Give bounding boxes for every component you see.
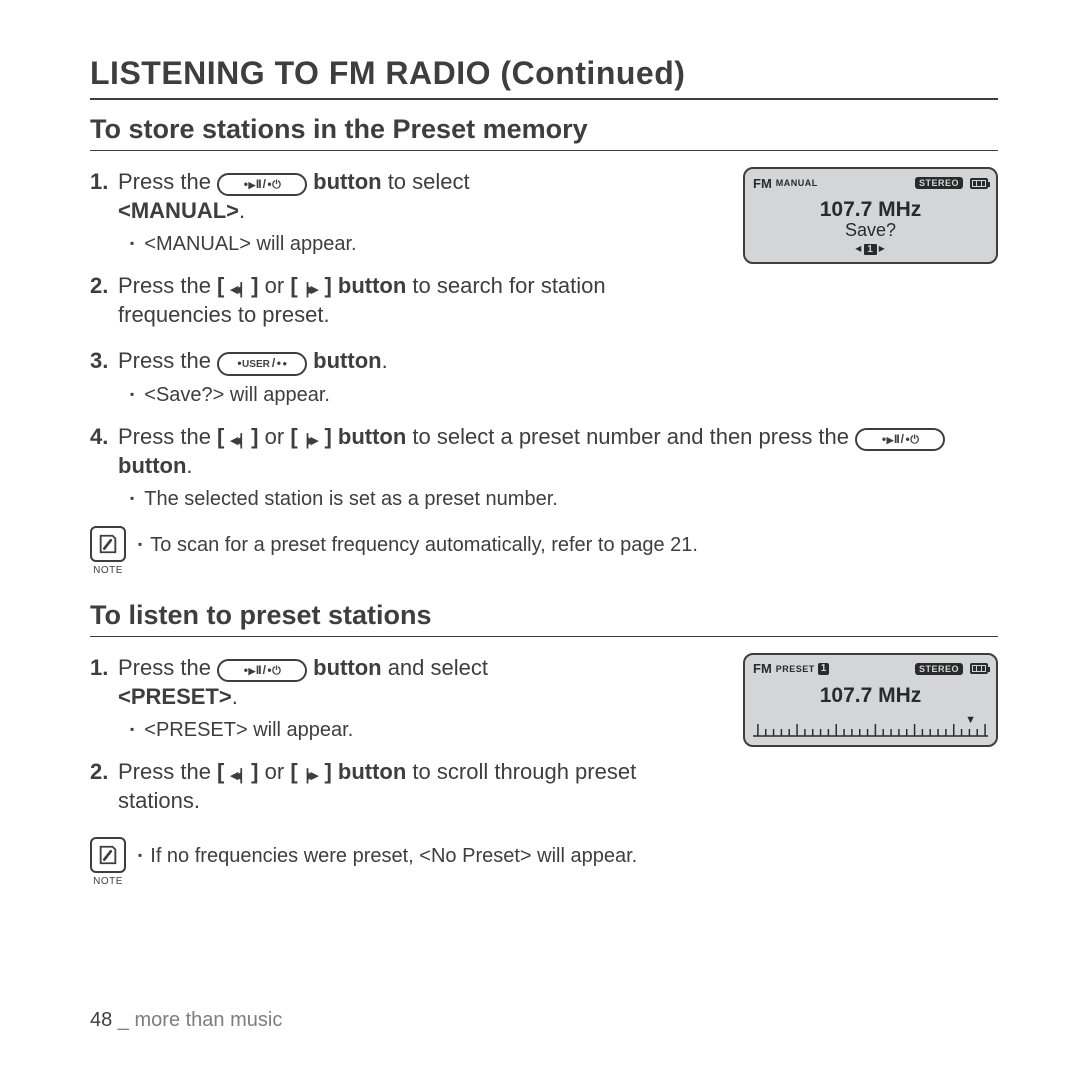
skip-forward-icon: ∣▸▸ [304, 280, 319, 300]
skip-back-icon: ◂◂∣ [231, 766, 246, 786]
text-bold: button [307, 169, 382, 194]
skip-back-bracket: [ ◂◂∣ ] [217, 424, 258, 449]
text-bold: button [118, 453, 186, 478]
title-rule [90, 98, 998, 100]
text: to select [382, 169, 470, 194]
skip-back-icon: ◂◂∣ [231, 431, 246, 451]
skip-forward-icon: ∣▸▸ [304, 766, 319, 786]
text: Press the [118, 169, 217, 194]
dev-marker-icon: ▼ [965, 714, 976, 726]
page-number: 48 [90, 1009, 112, 1031]
text-bold: button [332, 759, 407, 784]
note-text: If no frequencies were preset, <No Prese… [138, 837, 637, 869]
step-2: 2. Press the [ ◂◂∣ ] or [ ∣▸▸ ] button t… [90, 271, 650, 329]
step-1: 1. Press the II/ button and select <PRES… [90, 653, 650, 711]
note-text: To scan for a preset frequency automatic… [138, 526, 698, 558]
note-block: NOTE To scan for a preset frequency auto… [90, 526, 998, 577]
note-block: NOTE If no frequencies were preset, <No … [90, 837, 998, 888]
section-listen-title: To listen to preset stations [90, 600, 998, 634]
footer-sep: _ [112, 1009, 134, 1031]
play-pause-power-button-icon: II/ [217, 173, 307, 196]
text-bold: button [332, 424, 407, 449]
dev-fm-label: FM [753, 661, 772, 676]
dev-mode-manual: MANUAL [776, 178, 818, 188]
step-number: 1. [90, 653, 118, 711]
dev-fm-label: FM [753, 176, 772, 191]
note-icon [90, 526, 126, 562]
text: or [259, 424, 291, 449]
section-rule [90, 636, 998, 637]
note-icon [90, 837, 126, 873]
step-number: 2. [90, 757, 118, 815]
text: and select [382, 655, 488, 680]
page-title: LISTENING TO FM RADIO (Continued) [90, 55, 998, 96]
skip-fwd-bracket: [ ∣▸▸ ] [290, 273, 331, 298]
text: Press the [118, 424, 217, 449]
dev-stereo-badge: STEREO [915, 663, 963, 675]
text: Press the [118, 348, 217, 373]
sub-bullet: The selected station is set as a preset … [130, 486, 998, 512]
skip-back-icon: ◂◂∣ [231, 280, 246, 300]
text: . [239, 198, 245, 223]
device-screen-preset: FM PRESET 1 STEREO 107.7 MHz ▼ [743, 653, 998, 747]
sub-bullet: <Save?> will appear. [130, 382, 650, 408]
text: . [382, 348, 388, 373]
text: Press the [118, 655, 217, 680]
dev-tuning-ruler: ▼ [753, 716, 988, 738]
dev-stereo-badge: STEREO [915, 177, 963, 189]
play-pause-power-button-icon: II/ [855, 428, 945, 451]
dev-save-prompt: Save? [753, 220, 988, 241]
page-footer: 48 _ more than music [90, 1009, 282, 1032]
note-label: NOTE [93, 564, 123, 577]
text-bold: button [307, 655, 382, 680]
text-bold: button [332, 273, 407, 298]
dev-preset-number: 1 [818, 663, 830, 675]
sub-bullet: <PRESET> will appear. [130, 717, 650, 743]
skip-fwd-bracket: [ ∣▸▸ ] [290, 424, 331, 449]
step-number: 3. [90, 346, 118, 376]
step-number: 2. [90, 271, 118, 329]
dev-preset-selector: ◂1▸ [753, 241, 988, 255]
footer-label: more than music [135, 1009, 283, 1031]
text-bold: <MANUAL> [118, 198, 239, 223]
dev-frequency: 107.7 MHz [753, 684, 988, 708]
step-2: 2. Press the [ ◂◂∣ ] or [ ∣▸▸ ] button t… [90, 757, 650, 815]
battery-icon [970, 663, 988, 674]
dev-mode-preset: PRESET [776, 664, 815, 674]
sub-bullet: <MANUAL> will appear. [130, 231, 650, 257]
note-label: NOTE [93, 875, 123, 888]
text: to select a preset number and then press… [406, 424, 855, 449]
text: or [259, 273, 291, 298]
skip-forward-icon: ∣▸▸ [304, 431, 319, 451]
user-rec-button-icon: USER/ [217, 352, 307, 376]
device-screen-save: FM MANUAL STEREO 107.7 MHz Save? ◂1▸ [743, 167, 998, 264]
text: . [186, 453, 192, 478]
play-pause-power-button-icon: II/ [217, 659, 307, 682]
dev-frequency: 107.7 MHz [753, 198, 988, 222]
skip-back-bracket: [ ◂◂∣ ] [217, 273, 258, 298]
text-bold: button [307, 348, 382, 373]
text-bold: <PRESET> [118, 684, 232, 709]
step-1: 1. Press the II/ button to select <MANUA… [90, 167, 650, 225]
text: . [232, 684, 238, 709]
text: or [259, 759, 291, 784]
step-number: 1. [90, 167, 118, 225]
text: Press the [118, 759, 217, 784]
step-4: 4. Press the [ ◂◂∣ ] or [ ∣▸▸ ] button t… [90, 422, 998, 480]
text: Press the [118, 273, 217, 298]
section-store-title: To store stations in the Preset memory [90, 114, 998, 148]
skip-back-bracket: [ ◂◂∣ ] [217, 759, 258, 784]
section-rule [90, 150, 998, 151]
skip-fwd-bracket: [ ∣▸▸ ] [290, 759, 331, 784]
battery-icon [970, 178, 988, 189]
step-number: 4. [90, 422, 118, 480]
step-3: 3. Press the USER/ button. [90, 346, 650, 376]
